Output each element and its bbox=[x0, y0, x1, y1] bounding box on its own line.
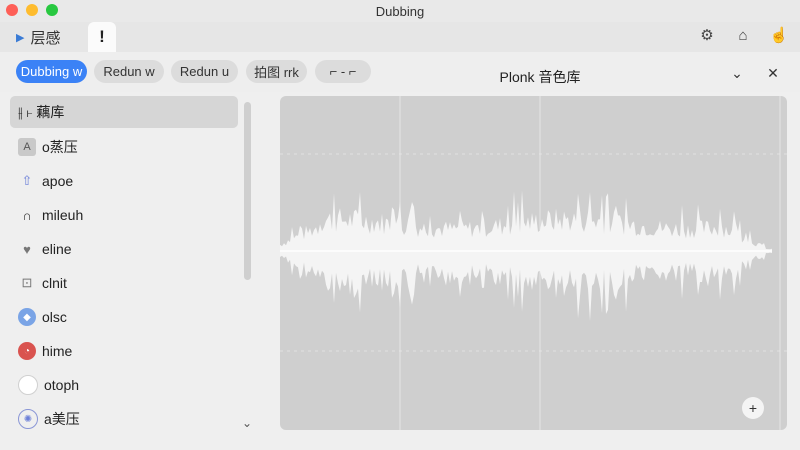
scroll-down-arrow-icon[interactable]: ⌄ bbox=[241, 416, 253, 430]
chevron-down-icon[interactable]: ⌄ bbox=[728, 64, 746, 82]
tab-alert[interactable]: ! bbox=[88, 22, 116, 52]
toolbar: Dubbing w Redun w Redun u 拍图 rrk ⌐ - ⌐ P… bbox=[0, 52, 800, 92]
zoom-in-icon[interactable]: + bbox=[742, 397, 764, 419]
list-item-label: hime bbox=[42, 343, 73, 359]
list-item[interactable]: ◆ olsc bbox=[10, 300, 238, 334]
pie-icon: ◔ bbox=[18, 342, 36, 360]
title-bar: Dubbing bbox=[0, 0, 800, 22]
close-icon[interactable]: ✕ bbox=[764, 64, 782, 82]
panel-title: Plonk 音色库 bbox=[499, 69, 581, 85]
list-item-label: olsc bbox=[42, 309, 67, 325]
tab-alert-label: ! bbox=[99, 27, 105, 46]
list-item-label: mileuh bbox=[42, 207, 84, 223]
list-item-label: clnit bbox=[42, 275, 67, 291]
list-item-label: o蒸压 bbox=[42, 139, 78, 155]
square-a-icon: A bbox=[18, 138, 36, 156]
list-item[interactable]: ⊡ clnit bbox=[10, 266, 238, 300]
waveform-panel[interactable] bbox=[280, 96, 787, 430]
scrollbar-thumb[interactable] bbox=[244, 102, 251, 280]
list-item[interactable]: A o蒸压 bbox=[10, 130, 238, 164]
play-icon: ▶ bbox=[16, 31, 25, 44]
list-item-label: ⫲ ⊦ 藕库 bbox=[18, 104, 65, 120]
list-item[interactable]: ♥ eline bbox=[10, 232, 238, 266]
tab-main-label: 层感 bbox=[30, 29, 61, 47]
chip-format[interactable]: ⌐ - ⌐ bbox=[315, 60, 371, 83]
chip-redun-w[interactable]: Redun w bbox=[94, 60, 164, 83]
list-item[interactable]: ⇧ apoe bbox=[10, 164, 238, 198]
list-item[interactable]: ✺ a美压 bbox=[10, 402, 238, 436]
list-item-selected[interactable]: ⫲ ⊦ 藕库 bbox=[10, 96, 238, 128]
list-item[interactable]: ∩ mileuh bbox=[10, 198, 238, 232]
contact-icon: ⊡ bbox=[21, 275, 33, 290]
arrow-up-icon: ⇧ bbox=[21, 173, 33, 188]
waveform bbox=[280, 96, 787, 430]
settings-icon[interactable]: ⚙ bbox=[698, 26, 716, 44]
list-item-label: a美压 bbox=[44, 411, 80, 427]
hand-icon[interactable]: ☝ bbox=[770, 26, 789, 44]
app-window: Dubbing ▶ 层感 ! ⚙ ⌂ ☝ Dubbing w Redun w R… bbox=[0, 0, 800, 450]
sound-library-list: ⫲ ⊦ 藕库 A o蒸压 ⇧ apoe ∩ mileuh ♥ eline ⊡ c… bbox=[10, 96, 238, 450]
bag-icon[interactable]: ⌂ bbox=[734, 26, 752, 44]
list-item-label: apoe bbox=[42, 173, 74, 189]
ring-icon: ✺ bbox=[18, 409, 38, 429]
chip-redun-u[interactable]: Redun u bbox=[171, 60, 238, 83]
diamond-icon: ◆ bbox=[18, 308, 36, 326]
circle-icon bbox=[18, 375, 38, 395]
chip-dubbing[interactable]: Dubbing w bbox=[16, 60, 87, 83]
list-item-label: eline bbox=[42, 241, 72, 257]
tab-tools: ⚙ ⌂ ☝ bbox=[698, 26, 789, 45]
waveform-shape bbox=[280, 190, 772, 322]
list-item-label: otoph bbox=[44, 377, 80, 393]
window-title: Dubbing bbox=[375, 4, 425, 19]
headphones-icon: ∩ bbox=[22, 207, 32, 223]
chip-photo[interactable]: 拍图 rrk bbox=[246, 60, 307, 83]
tab-main[interactable]: ▶ 层感 bbox=[16, 22, 60, 52]
list-item[interactable]: otoph bbox=[10, 368, 238, 402]
heart-icon: ♥ bbox=[23, 241, 31, 257]
tab-row: ▶ 层感 ! ⚙ ⌂ ☝ bbox=[0, 22, 800, 52]
list-item[interactable]: ◔ hime bbox=[10, 334, 238, 368]
